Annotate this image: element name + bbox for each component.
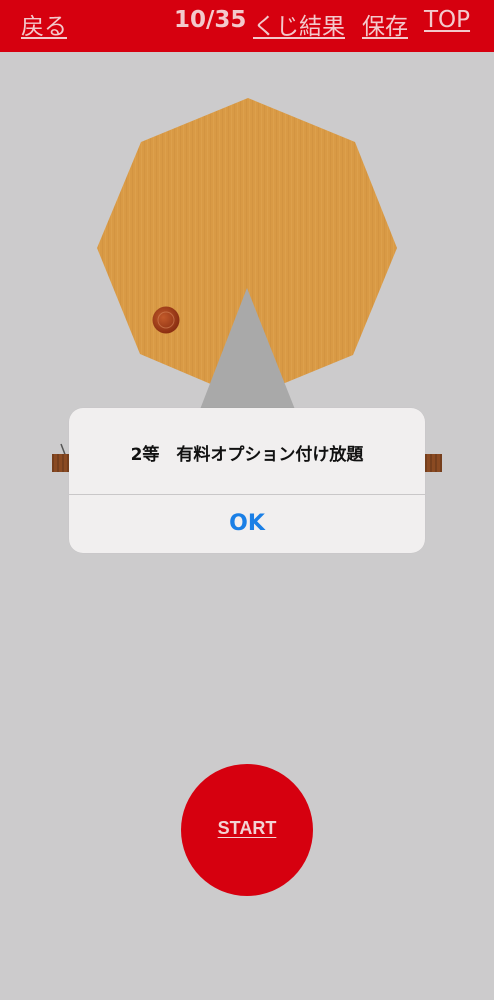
- header-bar: 戻る 10/35 くじ結果 保存 TOP: [0, 0, 494, 52]
- alert-message: 2等 有料オプション付け放題: [130, 445, 364, 465]
- start-button-label: START: [217, 818, 277, 838]
- start-button[interactable]: START: [181, 764, 313, 896]
- draw-counter: 10/35: [174, 7, 247, 33]
- lottery-ball: [152, 306, 180, 334]
- app-root: 戻る 10/35 くじ結果 保存 TOP 2等 有料オプション付け放題 OK S…: [0, 0, 494, 1000]
- lottery-results-link[interactable]: くじ結果: [253, 7, 345, 41]
- save-link[interactable]: 保存: [362, 7, 408, 41]
- ok-button[interactable]: OK: [69, 495, 425, 553]
- top-link[interactable]: TOP: [424, 7, 470, 33]
- result-alert-dialog: 2等 有料オプション付け放題 OK: [69, 408, 425, 553]
- back-link[interactable]: 戻る: [21, 7, 67, 41]
